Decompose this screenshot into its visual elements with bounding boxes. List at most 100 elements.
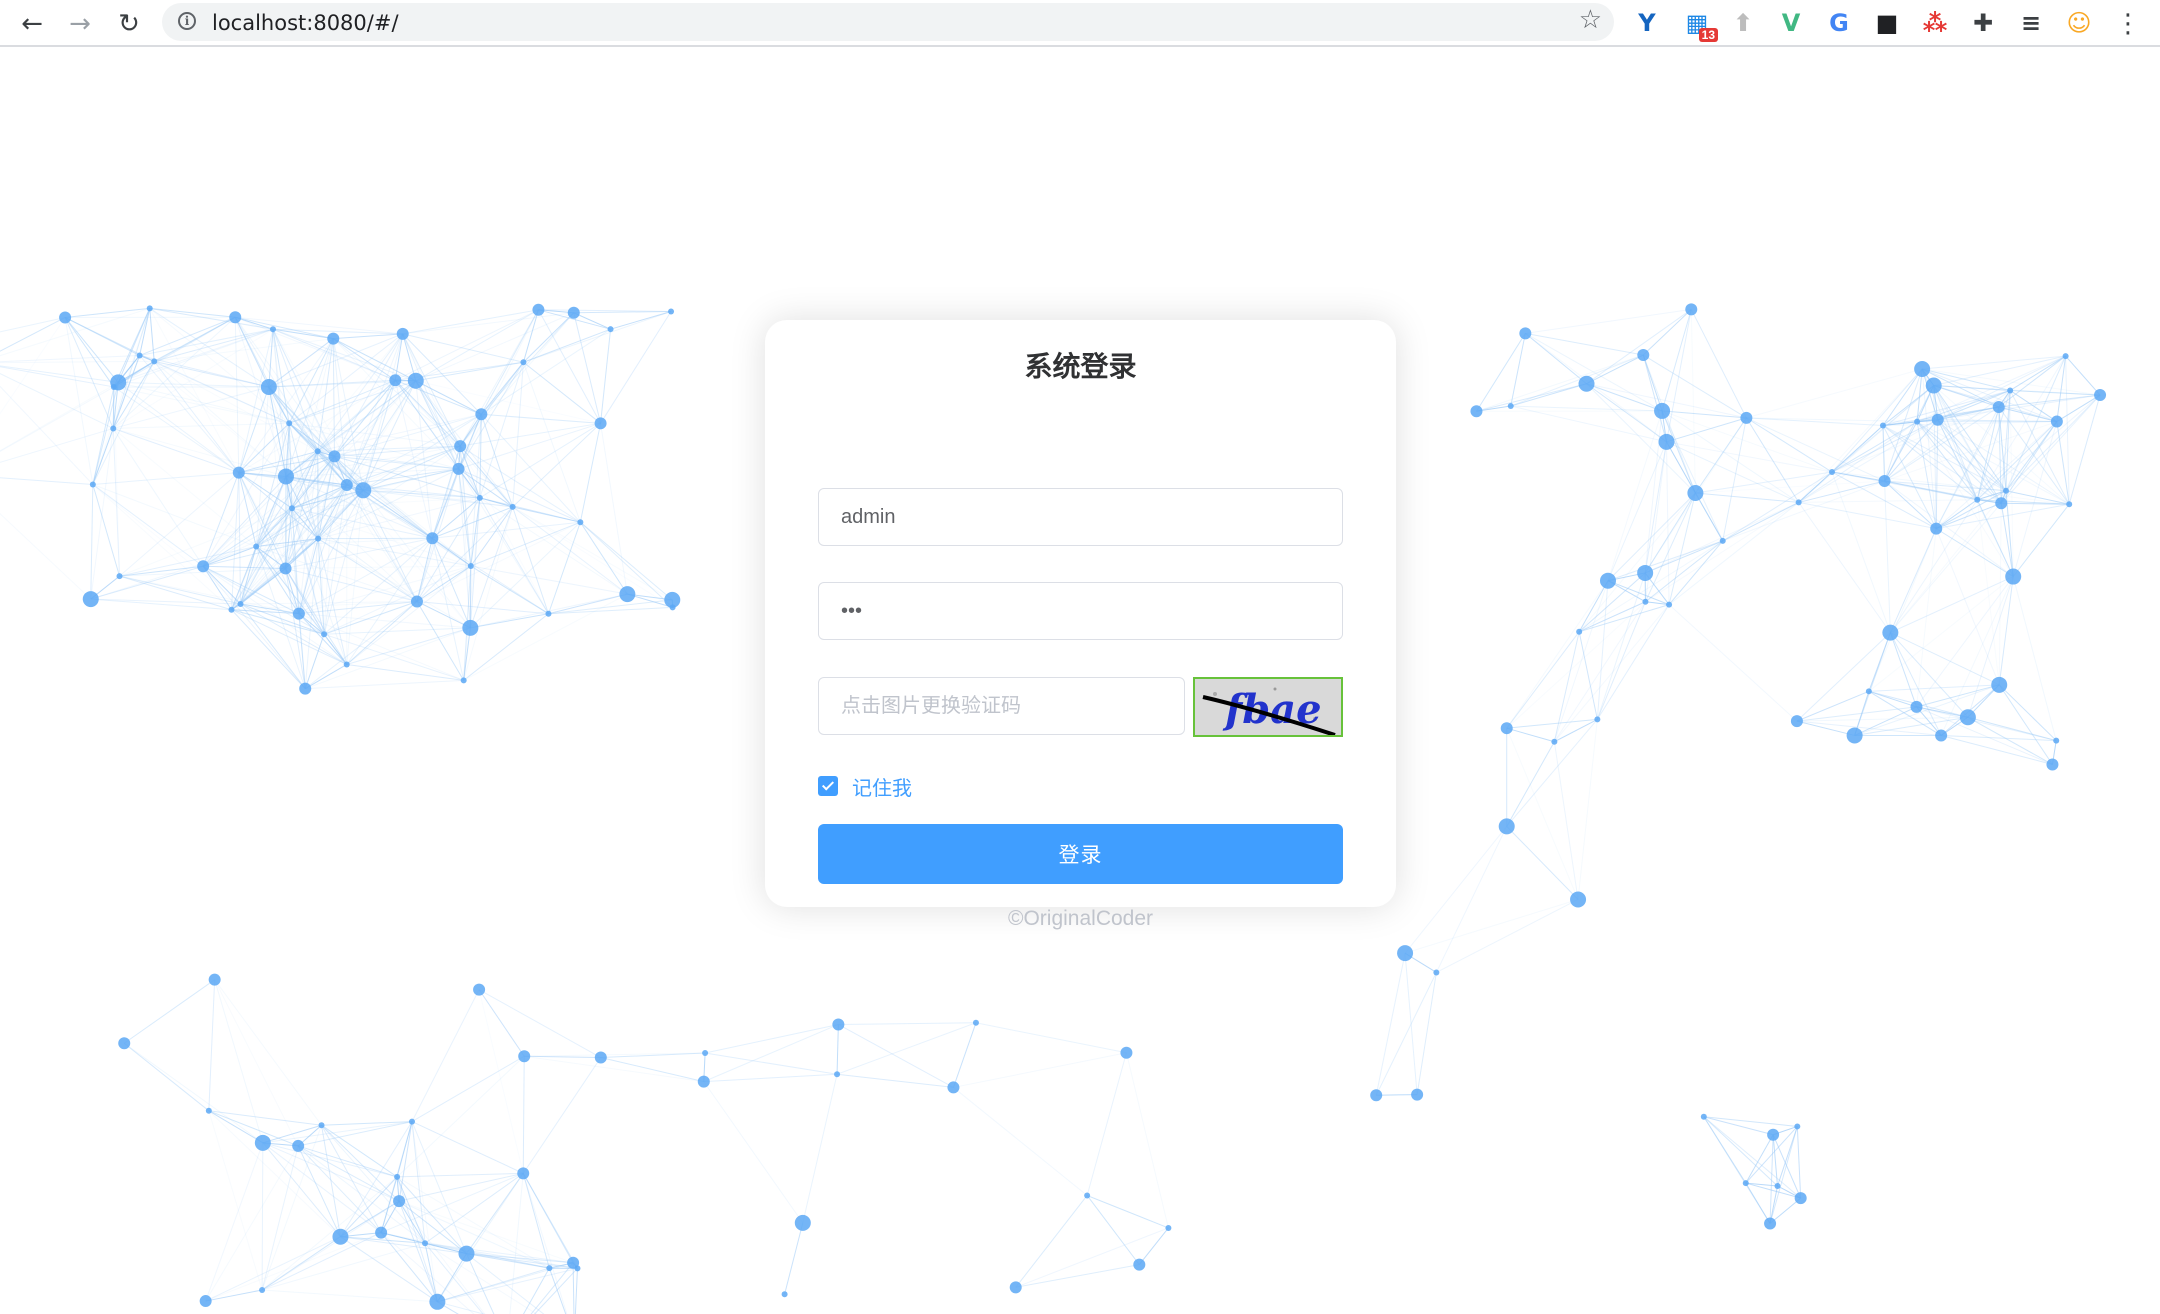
network-line [459,361,524,447]
remember-label[interactable]: 记住我 [852,772,912,801]
network-node [1637,349,1650,362]
password-input[interactable] [819,583,1342,639]
network-node [2066,501,2073,508]
network-line [1745,1134,1774,1184]
network-line [784,1222,804,1295]
network-node [454,440,467,453]
captcha-input[interactable] [819,678,1184,734]
site-info-icon[interactable]: i [178,12,196,30]
network-line [2012,503,2070,577]
captcha-image[interactable]: fbae [1193,677,1343,737]
network-node [1925,377,1942,394]
network-line [1882,425,2007,492]
network-node [567,1256,580,1269]
remember-checkbox[interactable] [818,776,838,796]
network-line [1510,405,1663,412]
network-node [545,610,552,617]
browser-menu-icon[interactable]: ⋮ [2110,6,2146,42]
network-line [1796,1126,1802,1199]
network-node [1846,727,1863,744]
vuetify-extension-icon[interactable]: Y [1632,8,1662,38]
network-node [1865,688,1872,695]
network-line [0,386,115,452]
network-line [231,609,325,635]
bookmark-star-icon[interactable]: ☆ [1579,5,1602,35]
network-node [118,1037,131,1050]
network-node [429,1293,446,1310]
network-line [1666,441,1696,494]
reading-list-icon[interactable]: ≡ [2016,8,2046,38]
network-extension-icon[interactable]: ⁂ [1920,8,1950,38]
network-node [426,532,439,545]
network-line [1525,332,1587,385]
network-line [463,593,628,681]
network-line [1703,1116,1798,1127]
network-line [579,423,602,523]
network-line [1661,410,1799,503]
network-line [953,1052,1127,1088]
network-node [1774,1182,1781,1189]
network-line [1854,706,1917,736]
dark-extension-icon[interactable]: ■ [1872,8,1902,38]
network-line [1506,580,1609,729]
reload-icon[interactable]: ↻ [111,6,147,42]
network-line [1695,471,1833,494]
network-node [422,1240,429,1247]
back-arrow-icon[interactable]: ← [14,6,50,42]
network-node [668,308,675,315]
network-node [314,448,321,455]
network-line [139,316,236,356]
copyright-footer: ©OriginalCoder [1007,907,1154,930]
network-node [473,983,486,996]
tabs-extension-icon[interactable]: ▦ 13 [1682,8,1718,42]
network-line [703,1073,838,1083]
network-line [1889,632,1969,718]
network-node [1795,499,1802,506]
network-node [197,560,210,573]
network-line [548,1267,567,1314]
network-line [262,1289,438,1303]
network-line [1831,421,1918,473]
network-node [2094,389,2107,402]
username-field[interactable] [818,488,1343,546]
network-line [458,468,581,523]
puzzle-extensions-icon[interactable]: ✚ [1968,8,1998,38]
address-url[interactable]: localhost:8080/#/ [212,11,399,35]
network-line [1553,741,1579,900]
upload-extension-icon[interactable]: ⬆ [1728,8,1758,38]
network-node [315,535,322,542]
network-line [205,1232,382,1302]
network-line [1668,604,1798,722]
network-node [781,1291,788,1298]
network-line [235,316,396,381]
network-line [838,1022,976,1025]
network-node [947,1081,960,1094]
profile-avatar-icon[interactable]: ☺ [2064,8,2094,38]
translate-extension-icon[interactable]: G [1824,8,1854,38]
network-line [1882,368,1923,426]
network-node [59,311,72,324]
network-line [1578,631,1598,720]
login-button[interactable]: 登录 [818,824,1343,884]
captcha-field[interactable] [818,677,1185,735]
network-line [547,522,581,614]
network-line [1525,308,1692,334]
username-input[interactable] [819,489,1342,545]
network-node [343,661,350,668]
forward-arrow-icon[interactable]: → [62,6,98,42]
remember-me[interactable]: 记住我 [818,772,912,801]
password-field[interactable] [818,582,1343,640]
network-line [305,679,464,690]
network-line [297,1145,341,1237]
network-node [532,303,545,316]
network-node [1637,564,1654,581]
vue-devtools-icon[interactable]: V [1776,8,1806,38]
network-node [594,1051,607,1064]
network-line [304,664,347,690]
network-node [702,1050,709,1057]
network-line [1578,492,1696,633]
network-line [416,538,433,602]
network-node [2053,737,2060,744]
network-line [431,468,460,539]
address-bar[interactable]: i localhost:8080/#/ ☆ [162,3,1614,41]
